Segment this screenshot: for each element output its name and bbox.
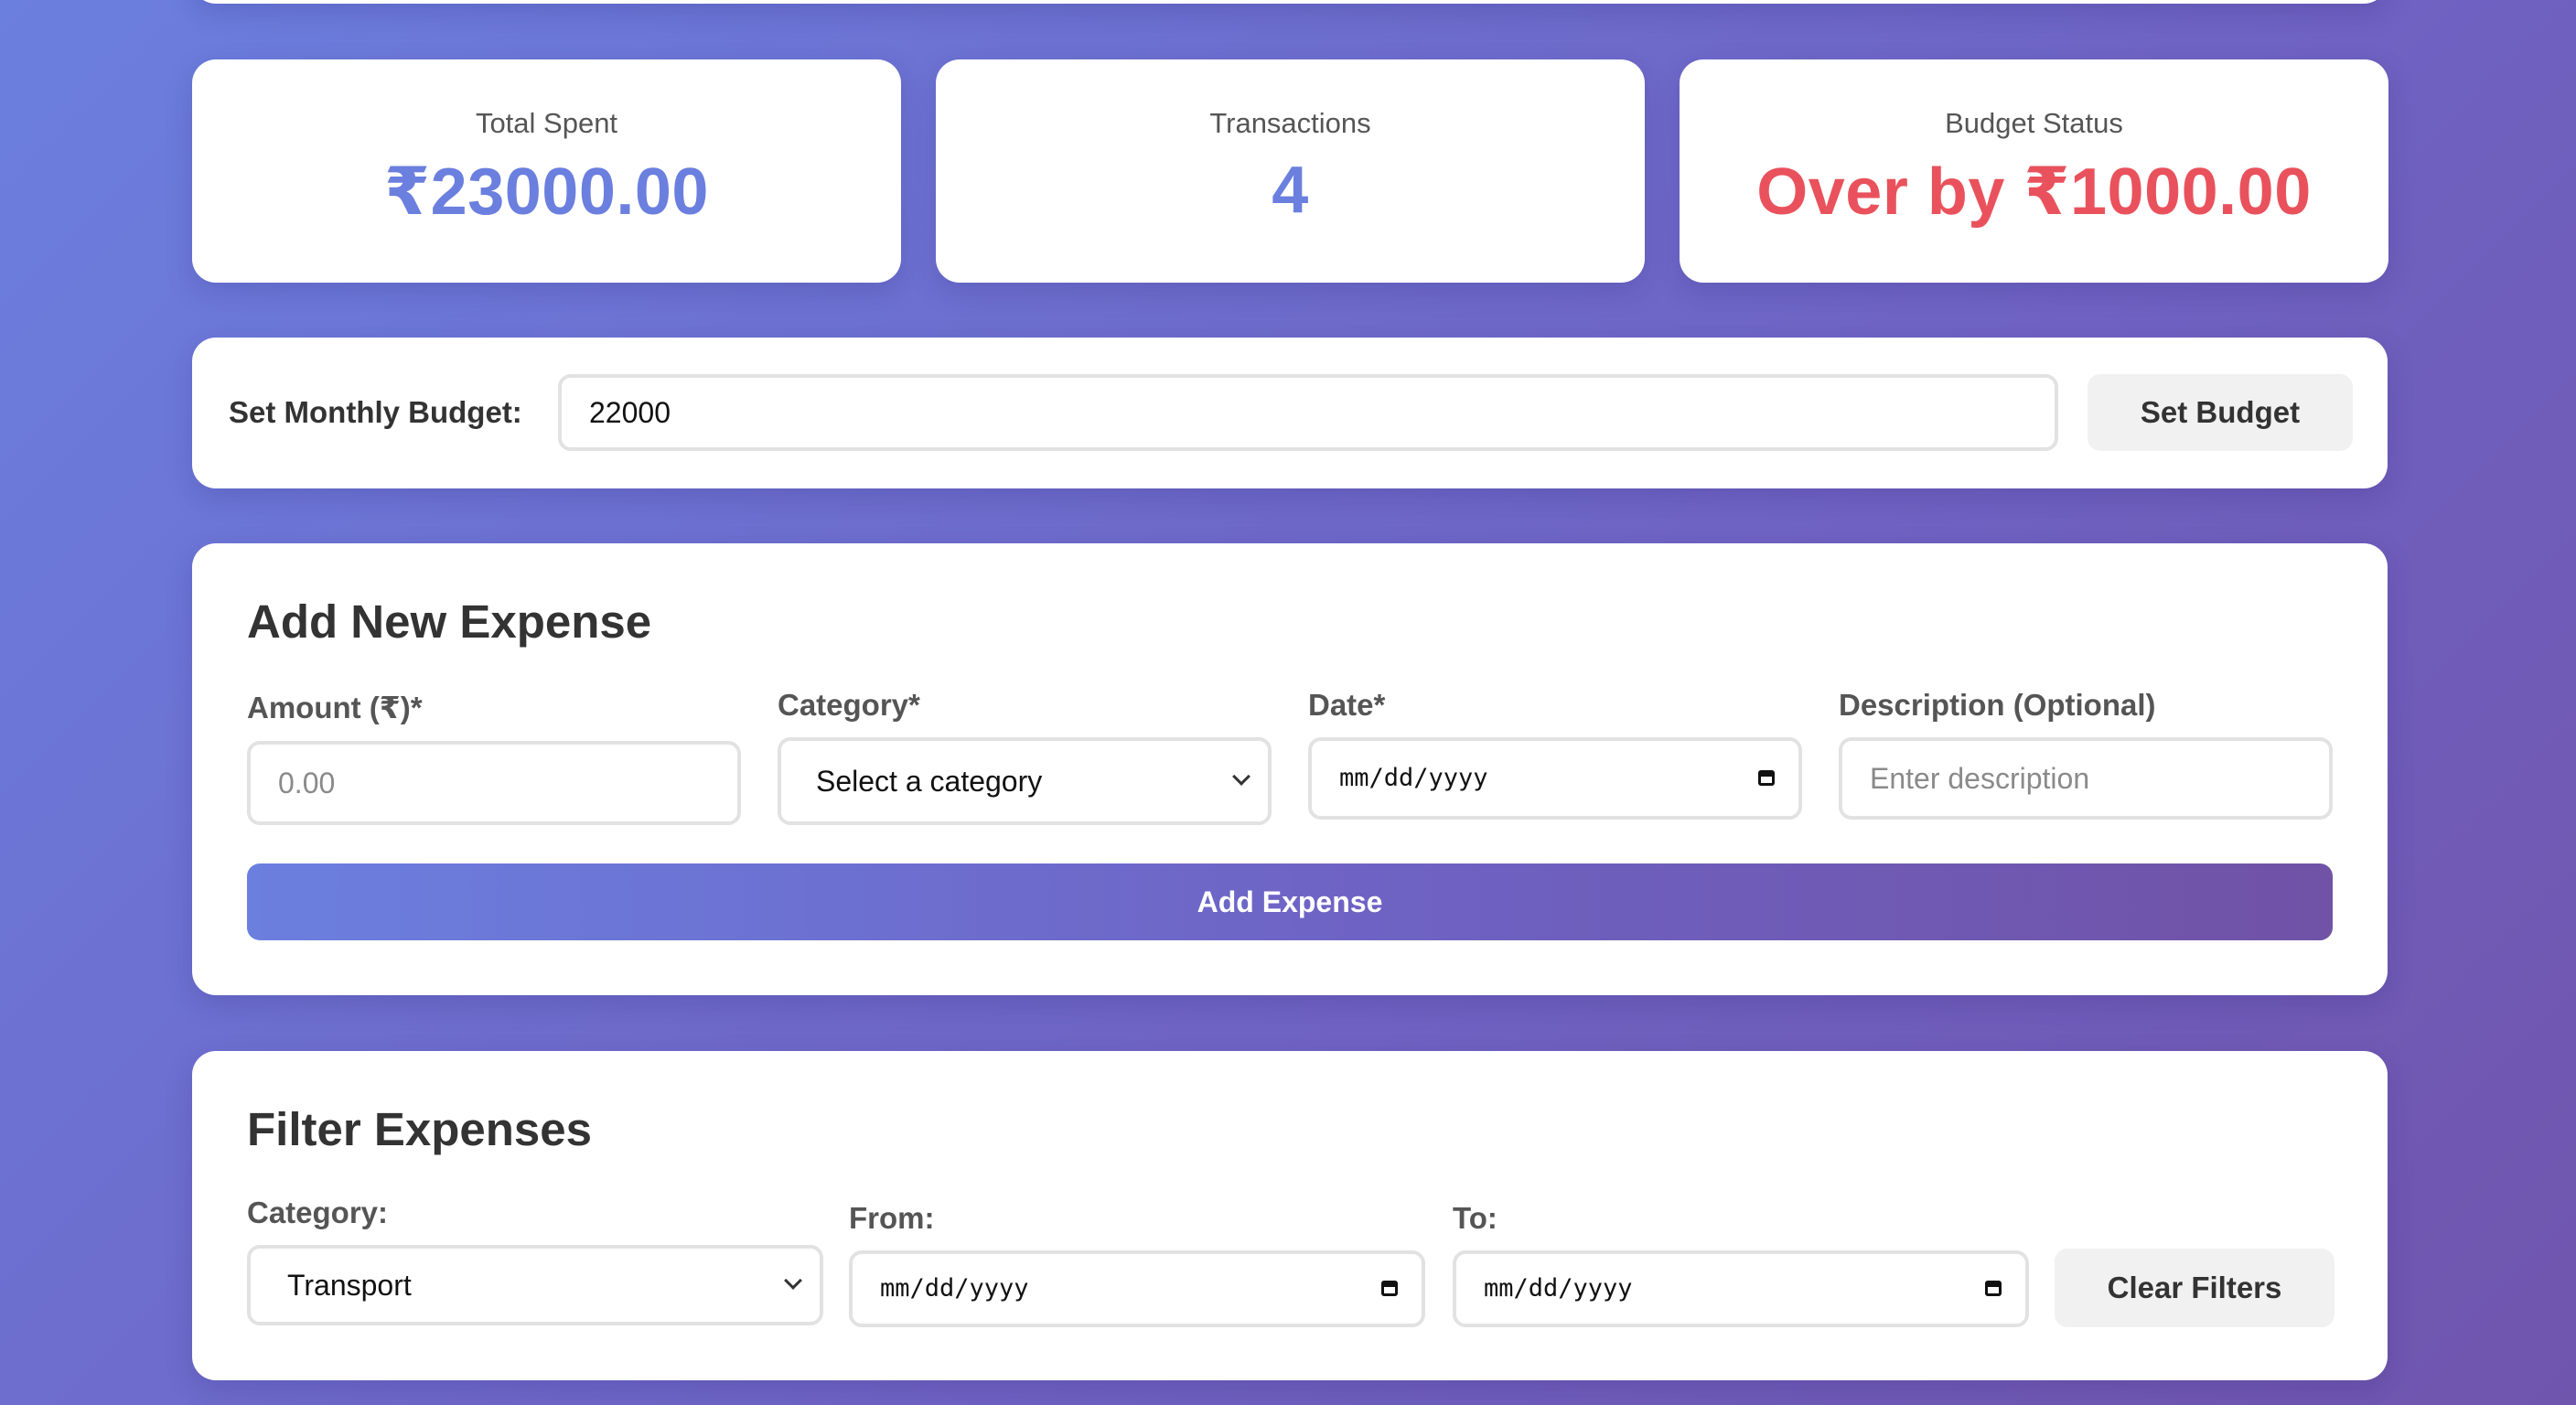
add-expense-button[interactable]: Add Expense <box>247 863 2333 940</box>
calendar-icon[interactable] <box>1381 1281 1398 1296</box>
to-label: To: <box>1453 1201 1497 1235</box>
set-budget-button[interactable]: Set Budget <box>2088 374 2353 451</box>
description-input[interactable]: Enter description <box>1839 737 2333 820</box>
clear-filters-button[interactable]: Clear Filters <box>2055 1249 2334 1327</box>
filter-expenses-card: Filter Expenses Category: Transport From… <box>192 1051 2388 1380</box>
total-spent-value: ₹23000.00 <box>384 156 709 229</box>
monthly-budget-value: 22000 <box>589 396 671 429</box>
from-date-placeholder: mm/dd/yyyy <box>880 1274 1029 1303</box>
chevron-down-icon <box>784 1271 802 1290</box>
calendar-icon[interactable] <box>1985 1281 2002 1296</box>
date-placeholder: mm/dd/yyyy <box>1339 764 1488 792</box>
description-placeholder: Enter description <box>1870 762 2090 795</box>
previous-card-edge <box>192 0 2388 4</box>
transactions-label: Transactions <box>1209 107 1371 139</box>
transactions-card: Transactions 4 <box>936 59 1645 283</box>
calendar-icon[interactable] <box>1758 770 1775 786</box>
chevron-down-icon <box>1232 767 1250 786</box>
description-label: Description (Optional) <box>1839 688 2156 722</box>
transactions-value: 4 <box>1272 154 1309 227</box>
amount-input[interactable]: 0.00 <box>247 741 741 825</box>
category-label: Category* <box>778 688 920 722</box>
total-spent-card: Total Spent ₹23000.00 <box>192 59 901 283</box>
monthly-budget-card: Set Monthly Budget: 22000 Set Budget <box>192 338 2388 488</box>
amount-label: Amount (₹)* <box>247 691 423 724</box>
category-select[interactable]: Select a category <box>778 737 1272 825</box>
date-input[interactable]: mm/dd/yyyy <box>1308 737 1802 820</box>
budget-status-label: Budget Status <box>1945 107 2123 139</box>
budget-status-value: Over by ₹1000.00 <box>1756 156 2312 229</box>
to-date-placeholder: mm/dd/yyyy <box>1484 1274 1633 1303</box>
total-spent-label: Total Spent <box>475 107 618 139</box>
monthly-budget-input[interactable]: 22000 <box>558 374 2058 451</box>
monthly-budget-label: Set Monthly Budget: <box>229 395 522 429</box>
category-select-value: Select a category <box>816 765 1043 798</box>
amount-placeholder: 0.00 <box>278 767 336 799</box>
from-label: From: <box>849 1201 935 1235</box>
filter-category-value: Transport <box>287 1269 412 1302</box>
filter-category-label: Category: <box>247 1196 389 1229</box>
filter-category-select[interactable]: Transport <box>247 1245 823 1325</box>
from-date-input[interactable]: mm/dd/yyyy <box>849 1250 1425 1327</box>
add-expense-card: Add New Expense Amount (₹)* 0.00 Categor… <box>192 543 2388 995</box>
add-expense-title: Add New Expense <box>247 595 652 648</box>
filter-expenses-title: Filter Expenses <box>247 1103 592 1155</box>
to-date-input[interactable]: mm/dd/yyyy <box>1453 1250 2029 1327</box>
date-label: Date* <box>1308 688 1386 722</box>
budget-status-card: Budget Status Over by ₹1000.00 <box>1680 59 2388 283</box>
